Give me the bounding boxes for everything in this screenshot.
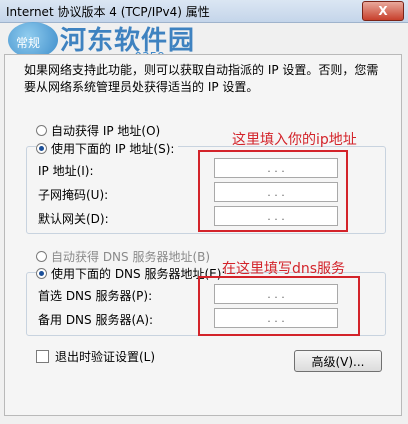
description-text: 如果网络支持此功能，则可以获取自动指派的 IP 设置。否则，您需要从网络系统管理… (24, 63, 379, 94)
window-title: Internet 协议版本 4 (TCP/IPv4) 属性 (6, 5, 210, 19)
default-gateway-label: 默认网关(D): (38, 212, 109, 226)
dns-annotation: 在这里填写dns服务 (222, 261, 346, 277)
radio-off-icon (36, 125, 47, 136)
auto-dns-label: 自动获得 DNS 服务器地址(B) (51, 250, 211, 264)
validate-label: 退出时验证设置(L) (55, 350, 156, 364)
radio-off-icon (36, 251, 47, 262)
ip-annotation: 这里填入你的ip地址 (232, 132, 357, 148)
advanced-button[interactable]: 高级(V)... (294, 350, 382, 372)
ip-address-label: IP 地址(I): (38, 164, 94, 178)
radio-on-icon (36, 143, 47, 154)
dns-highlight-box (198, 276, 360, 336)
alternate-dns-label: 备用 DNS 服务器(A): (38, 313, 154, 327)
manual-ip-radio[interactable]: 使用下面的 IP 地址(S): (36, 140, 179, 157)
manual-ip-label: 使用下面的 IP 地址(S): (51, 142, 175, 156)
validate-checkbox[interactable]: 退出时验证设置(L) (36, 348, 155, 365)
auto-ip-radio[interactable]: 自动获得 IP 地址(O) (36, 122, 160, 139)
preferred-dns-label: 首选 DNS 服务器(P): (38, 289, 153, 303)
close-button[interactable]: X (362, 1, 404, 21)
subnet-mask-label: 子网掩码(U): (38, 188, 109, 202)
tab-general[interactable]: 常规 (16, 34, 40, 51)
auto-dns-radio[interactable]: 自动获得 DNS 服务器地址(B) (36, 248, 210, 265)
checkbox-icon (36, 350, 49, 363)
radio-on-icon (36, 268, 47, 279)
ip-highlight-box (198, 150, 348, 232)
auto-ip-label: 自动获得 IP 地址(O) (51, 124, 161, 138)
